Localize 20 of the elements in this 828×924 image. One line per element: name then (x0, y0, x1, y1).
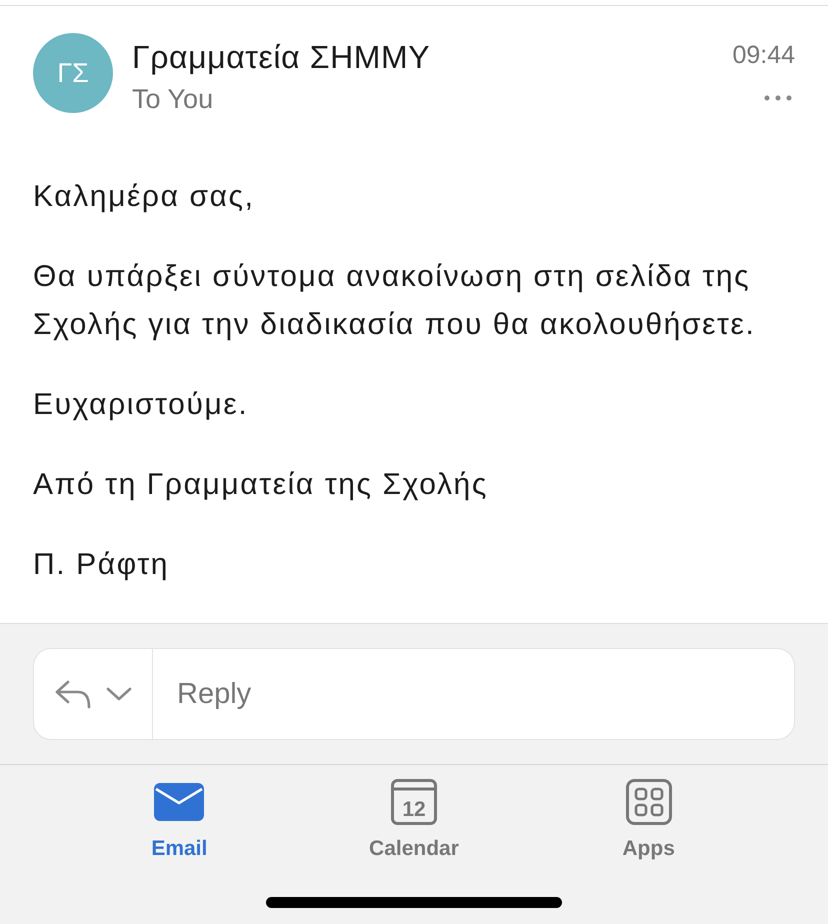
body-paragraph: Θα υπάρξει σύντομα ανακοίνωση στη σελίδα της Σχολής για την διαδικασία που θα ακολουθήσετε. (33, 259, 756, 343)
tab[interactable]: Apps (574, 779, 724, 861)
apps-icon (626, 779, 672, 825)
chevron-down-icon[interactable] (106, 687, 132, 701)
message-time: 09:44 (732, 40, 795, 71)
sender-avatar: ΓΣ (33, 33, 113, 113)
body-paragraph: Καλημέρα σας, (33, 179, 256, 215)
sender-name: Γραμματεία ΣΗΜΜΥ (132, 38, 432, 77)
tab[interactable]: 12 Calendar (338, 779, 489, 861)
reply-options-button[interactable] (33, 648, 153, 740)
recipient-label: To You (132, 83, 214, 116)
body-paragraph: Ευχαριστούμε. (33, 387, 250, 423)
body-paragraph: Από τη Γραμματεία της Σχολής (33, 467, 489, 503)
tab[interactable]: Email (104, 779, 254, 861)
reply-icon[interactable] (54, 679, 92, 709)
envelope-icon (154, 783, 204, 821)
reply-field[interactable]: Reply (153, 648, 795, 740)
more-icon[interactable] (764, 95, 792, 101)
calendar-icon: 12 (390, 779, 437, 825)
body-paragraph: Π. Ράφτη (33, 547, 170, 583)
